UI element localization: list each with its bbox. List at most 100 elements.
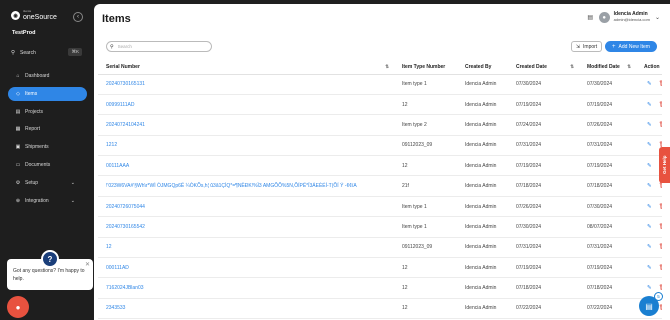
- modified-date-cell: 07/31/2024: [579, 237, 636, 259]
- search-input[interactable]: [117, 44, 208, 49]
- table-row[interactable]: 20240724104241 Item type 2 Idencia Admin 07…: [98, 114, 662, 136]
- table-row[interactable]: 000111AD 12 Idencia Admin 07/19/2024 07/19/2…: [98, 257, 662, 279]
- table-row[interactable]: 00111AAA 12 Idencia Admin 07/19/2024 07/19/2…: [98, 155, 662, 177]
- column-header-type[interactable]: Item Type Number: [394, 61, 457, 75]
- collapse-sidebar-button[interactable]: ‹: [73, 12, 83, 22]
- delete-icon[interactable]: 🗑: [659, 81, 662, 87]
- delete-icon[interactable]: 🗑: [659, 224, 662, 230]
- serial-number-link[interactable]: 7162024JBlan03: [98, 277, 394, 299]
- created-by-cell: Idencia Admin: [457, 298, 508, 320]
- sidebar-item-report[interactable]: ▦ Report: [8, 122, 87, 136]
- table-row[interactable]: 12 09112023_09 Idencia Admin 07/31/2024 07/3…: [98, 237, 662, 259]
- edit-icon[interactable]: ✎: [647, 163, 652, 169]
- edit-icon[interactable]: ✎: [647, 81, 652, 87]
- sidebar-item-documents[interactable]: ▭ Documents: [8, 158, 87, 172]
- sidebar-item-integration[interactable]: ⊕ Integration ⌄: [8, 194, 87, 208]
- sidebar-search[interactable]: ⚲ Search ⌘K: [6, 46, 84, 59]
- get-help-tab[interactable]: Get Help: [659, 147, 670, 183]
- delete-icon[interactable]: 🗑: [659, 204, 662, 210]
- table-row[interactable]: 7162024JBlan03 12 Idencia Admin 07/18/2024 0…: [98, 277, 662, 299]
- sort-icon[interactable]: ⇅: [385, 64, 389, 70]
- notification-badge: 5: [654, 292, 663, 301]
- serial-number-link[interactable]: 1212: [98, 135, 394, 157]
- column-header-modified-date[interactable]: Modified Date ⇅: [579, 61, 636, 75]
- edit-icon[interactable]: ✎: [647, 142, 652, 148]
- document-icon[interactable]: ▤: [586, 13, 595, 22]
- edit-icon[interactable]: ✎: [647, 285, 652, 291]
- brand-logo[interactable]: ◉ Idencia oneSource: [11, 10, 57, 21]
- edit-icon[interactable]: ✎: [647, 204, 652, 210]
- modified-date-cell: 07/19/2024: [579, 155, 636, 177]
- created-by-cell: Idencia Admin: [457, 257, 508, 279]
- table-row[interactable]: 20240730165131 Item type 1 Idencia Admin 07…: [98, 74, 662, 95]
- sidebar-item-shipments[interactable]: ▣ Shipments: [8, 140, 87, 154]
- edit-icon[interactable]: ✎: [647, 102, 652, 108]
- delete-icon[interactable]: 🗑: [659, 102, 662, 108]
- column-header-serial[interactable]: Serial Number ⇅: [98, 61, 394, 75]
- report-icon: ▦: [15, 126, 21, 133]
- serial-number-link[interactable]: 20240726075044: [98, 196, 394, 218]
- serial-number-link[interactable]: 2343533: [98, 298, 394, 320]
- add-new-item-button[interactable]: + Add New Item: [605, 41, 657, 52]
- chevron-down-icon[interactable]: ⌄: [655, 14, 660, 21]
- sort-icon[interactable]: ⇅: [570, 64, 574, 70]
- created-date-cell: 07/19/2024: [508, 94, 579, 116]
- delete-icon[interactable]: 🗑: [659, 183, 662, 189]
- created-by-cell: Idencia Admin: [457, 155, 508, 177]
- table-row[interactable]: !'023W6VA#'§Wh\r*WÌ ÒJMGQp6Ë ¼ÒKÕs,h¦ ŭ3…: [98, 175, 662, 197]
- table-row[interactable]: 00999111AD 12 Idencia Admin 07/19/2024 07/19…: [98, 94, 662, 116]
- edit-icon[interactable]: ✎: [647, 265, 652, 271]
- sidebar-item-label: Projects: [25, 108, 44, 115]
- table-row[interactable]: 20240726075044 Item type 1 Idencia Admin 07…: [98, 196, 662, 218]
- delete-icon[interactable]: 🗑: [659, 305, 662, 311]
- sidebar-nav: ⌂ Dashboard ◇ Items ▤ Projects ▦ Report …: [8, 69, 87, 211]
- avatar[interactable]: ●: [598, 12, 610, 23]
- serial-number-link[interactable]: 20240730165131: [98, 74, 394, 95]
- chat-launcher-button[interactable]: ●: [7, 296, 29, 318]
- delete-icon[interactable]: 🗑: [659, 285, 662, 291]
- serial-number-link[interactable]: 00111AAA: [98, 155, 394, 177]
- serial-number-link[interactable]: 000111AD: [98, 257, 394, 279]
- item-type-cell: 12: [394, 298, 457, 320]
- delete-icon[interactable]: 🗑: [659, 265, 662, 271]
- table-body: 20240730165131 Item type 1 Idencia Admin 07…: [98, 74, 662, 320]
- item-type-cell: Item type 1: [394, 74, 457, 95]
- close-icon[interactable]: ✕: [85, 261, 90, 271]
- import-label: Import: [583, 43, 598, 50]
- table-search[interactable]: ⚲: [106, 41, 212, 52]
- import-icon: ⇲: [575, 43, 581, 50]
- serial-number-link[interactable]: 12: [98, 237, 394, 259]
- created-date-cell: 07/19/2024: [508, 155, 579, 177]
- search-shortcut: ⌘K: [68, 48, 82, 56]
- edit-icon[interactable]: ✎: [647, 224, 652, 230]
- modified-date-cell: 07/18/2024: [579, 175, 636, 197]
- created-date-cell: 07/30/2024: [508, 216, 579, 238]
- sidebar-item-projects[interactable]: ▤ Projects: [8, 105, 87, 119]
- row-actions: ✎🗑: [636, 257, 662, 279]
- table-row[interactable]: 20240730165542 Item type 1 Idencia Admin 07…: [98, 216, 662, 238]
- edit-icon[interactable]: ✎: [647, 244, 652, 250]
- delete-icon[interactable]: 🗑: [659, 122, 662, 128]
- edit-icon[interactable]: ✎: [647, 183, 652, 189]
- table-row[interactable]: 2343533 12 Idencia Admin 07/22/2024 07/22/20…: [98, 298, 662, 320]
- serial-number-link[interactable]: 20240724104241: [98, 114, 394, 136]
- edit-icon[interactable]: ✎: [647, 122, 652, 128]
- import-button[interactable]: ⇲ Import: [571, 41, 602, 52]
- column-header-created-by[interactable]: Created By: [457, 61, 508, 75]
- sort-icon[interactable]: ⇅: [627, 64, 631, 70]
- modified-date-cell: 07/19/2024: [579, 94, 636, 116]
- user-menu[interactable]: Idencia Admin admin@idencia.com: [614, 12, 650, 22]
- sidebar-item-dashboard[interactable]: ⌂ Dashboard: [8, 69, 87, 83]
- sidebar-item-items[interactable]: ◇ Items: [8, 86, 87, 101]
- serial-number-link[interactable]: 20240730165542: [98, 216, 394, 238]
- column-header-created-date[interactable]: Created Date ⇅: [508, 61, 579, 75]
- serial-number-link[interactable]: !'023W6VA#'§Wh\r*WÌ ÒJMGQp6Ë ¼ÒKÕs,h¦ ŭ3…: [98, 175, 394, 197]
- sidebar-item-setup[interactable]: ⚙ Setup ⌄: [8, 176, 87, 190]
- created-by-cell: Idencia Admin: [457, 277, 508, 299]
- row-actions: ✎🗑: [636, 94, 662, 116]
- table-row[interactable]: 1212 09112023_09 Idencia Admin 07/31/2024 07…: [98, 135, 662, 157]
- chat-icon: ●: [15, 302, 21, 312]
- delete-icon[interactable]: 🗑: [659, 244, 662, 250]
- serial-number-link[interactable]: 00999111AD: [98, 94, 394, 116]
- plus-icon: +: [612, 43, 616, 50]
